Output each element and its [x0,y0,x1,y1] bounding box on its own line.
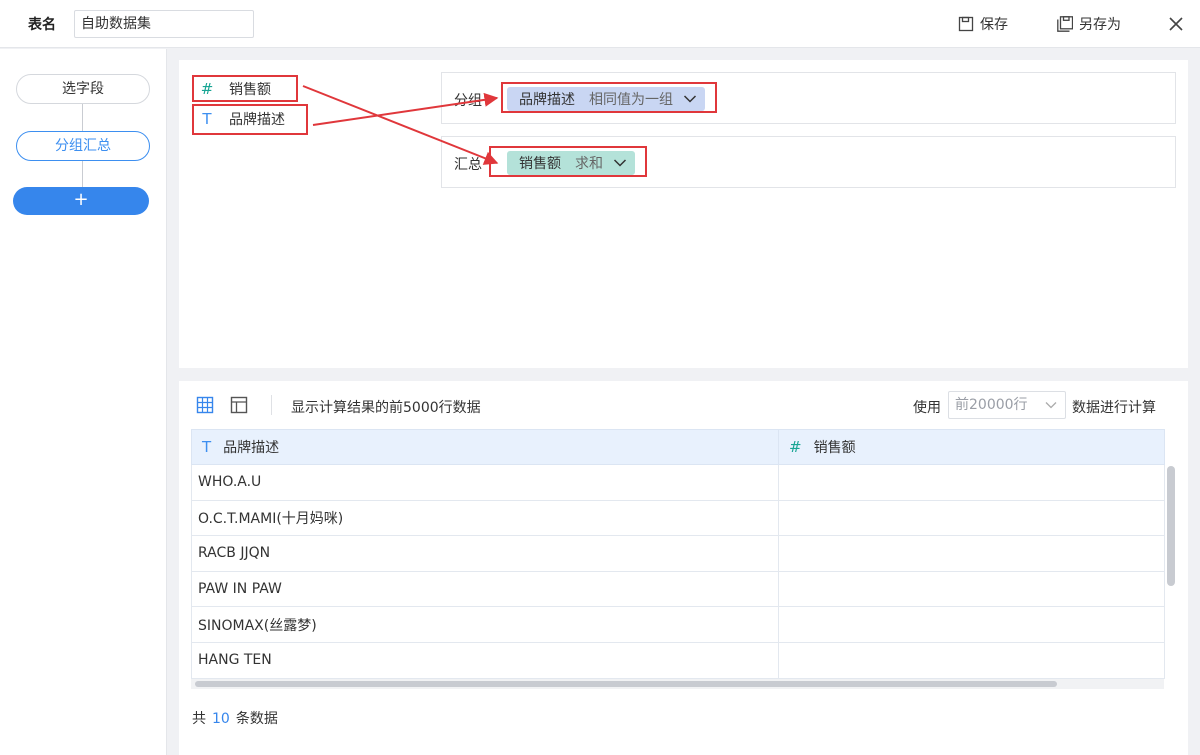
step-connector [82,104,83,132]
chevron-down-icon [1045,402,1057,409]
vertical-scrollbar[interactable] [1167,466,1175,586]
save-button[interactable]: 保存 [958,13,1008,35]
row-limit-value: 前20000行 [955,397,1028,413]
table-cell: WHO.A.U [191,464,779,501]
preview-info-text: 显示计算结果的前5000行数据 [291,400,481,416]
preview-table: T 品牌描述 # 销售额 WHO.A.U O.C.T.MAMI(十月妈咪) RACB… [191,429,1165,679]
save-as-button[interactable]: 另存为 [1057,13,1121,35]
row-count-footer: 共 10 条数据 [192,708,278,728]
highlight-box [489,146,647,177]
close-icon[interactable] [1166,14,1186,34]
highlight-box [192,104,308,135]
table-cell: HANG TEN [191,641,779,679]
table-cell [778,464,1165,501]
top-bar: 表名 自助数据集 保存 另存为 [0,0,1200,48]
table-name-input[interactable]: 自助数据集 [74,10,254,38]
table-header-row: T 品牌描述 # 销售额 [191,429,1165,465]
save-as-label: 另存为 [1079,17,1121,33]
column-header-sales[interactable]: # 销售额 [778,429,1165,465]
step-group-summary[interactable]: 分组汇总 [16,131,150,161]
column-name: 销售额 [813,440,856,456]
table-row: RACB JJQN [191,535,1165,572]
save-icon [958,16,974,32]
toolbar-divider [271,395,272,415]
save-as-icon [1057,16,1073,32]
preview-panel: 显示计算结果的前5000行数据 使用 前20000行 数据进行计算 T 品牌描述 … [179,381,1188,755]
table-cell: O.C.T.MAMI(十月妈咪) [191,499,779,537]
group-summary-config: # 销售额 T 品牌描述 分组 品牌描述 相同值为一组 汇总 销售额 求和 [179,60,1188,368]
step-sidebar: 选字段 分组汇总 + [0,49,167,755]
step-select-fields[interactable]: 选字段 [16,74,150,104]
number-type-icon: # [789,438,802,456]
layout-view-icon[interactable] [230,396,248,414]
table-cell [778,641,1165,679]
highlight-box [501,82,717,113]
table-cell [778,606,1165,643]
total-suffix: 条数据 [235,711,278,727]
table-name-label: 表名 [28,17,56,33]
summary-zone-label: 汇总 [454,157,482,173]
use-label: 使用 [913,400,941,416]
table-row: WHO.A.U [191,464,1165,501]
table-row: SINOMAX(丝露梦) [191,606,1165,643]
table-row: PAW IN PAW [191,570,1165,608]
column-name: 品牌描述 [223,440,280,456]
table-row: O.C.T.MAMI(十月妈咪) [191,499,1165,537]
calc-label: 数据进行计算 [1072,400,1156,416]
step-connector [82,161,83,188]
table-cell [778,535,1165,572]
table-cell [778,499,1165,537]
row-limit-select[interactable]: 前20000行 [948,391,1066,419]
grid-view-icon[interactable] [196,396,214,414]
column-header-brand[interactable]: T 品牌描述 [191,429,779,465]
text-type-icon: T [202,438,212,456]
table-cell: RACB JJQN [191,535,779,572]
table-cell: SINOMAX(丝露梦) [191,606,779,643]
table-row: HANG TEN [191,641,1165,679]
add-step-button[interactable]: + [13,187,149,215]
total-prefix: 共 [192,711,206,727]
table-cell: PAW IN PAW [191,570,779,608]
save-label: 保存 [980,17,1008,33]
highlight-box [192,75,298,102]
total-count: 10 [212,711,230,727]
table-cell [778,570,1165,608]
group-zone-label: 分组 [454,93,482,109]
horizontal-scrollbar[interactable] [195,681,1057,687]
